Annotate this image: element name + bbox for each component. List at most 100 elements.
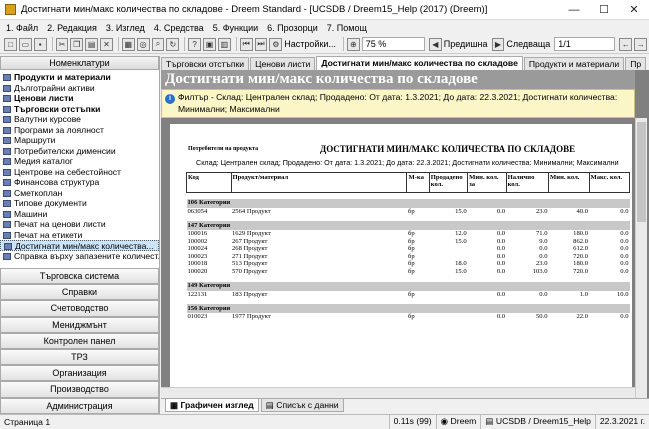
report-title: ДОСТИГНАТИ МИН/МАКС КОЛИЧЕСТВА ПО СКЛАДО… — [320, 144, 576, 154]
zoom-icon[interactable]: ⊕ — [346, 37, 360, 51]
tree-item-currency-rates[interactable]: Валутни курсове — [0, 114, 159, 125]
report-icon — [3, 252, 11, 260]
database-icon: ▤ — [485, 415, 496, 426]
table-cell: 100023 — [187, 252, 208, 260]
delete-icon[interactable]: ✕ — [100, 37, 113, 51]
table-row: 010023 1977 Продукт бр 0.0 50.0 22.0 0.0 — [187, 313, 630, 321]
forward-arrow-icon[interactable]: → — [634, 37, 648, 51]
nav-organization[interactable]: Организация — [0, 365, 159, 382]
table-cell: 0.0 — [496, 230, 506, 238]
tree-item-finance[interactable]: Финансова структура — [0, 177, 159, 188]
cut-icon[interactable]: ✂ — [55, 37, 69, 51]
tree-item-dimensions[interactable]: Потребителски дименсии — [0, 146, 159, 157]
minimize-button[interactable]: — — [559, 0, 589, 20]
chart-icon[interactable]: ▥ — [217, 37, 231, 51]
table-cell: бр — [407, 230, 415, 238]
tree-item-machines[interactable]: Машини — [0, 209, 159, 220]
back-arrow-icon[interactable]: ← — [619, 37, 633, 51]
tree-item-doc-types[interactable]: Типове документи — [0, 198, 159, 209]
save-icon[interactable]: ▪ — [33, 37, 47, 51]
horizontal-scrollbar[interactable] — [161, 387, 635, 398]
tree-item-discounts[interactable]: Търговски отстъпки — [0, 104, 159, 115]
tree-item-print-labels[interactable]: Печат на етикети — [0, 230, 159, 241]
table-cell: 100018 — [187, 260, 208, 268]
last-page-icon[interactable]: ⏭ — [254, 37, 268, 51]
new-icon[interactable]: □ — [4, 37, 17, 51]
tree-item-reserved-report[interactable]: Справка върху запазените количест... — [0, 251, 159, 262]
settings-icon[interactable]: ⚙ — [269, 37, 283, 51]
settings-button[interactable]: Настройки... — [284, 39, 336, 49]
folder-icon — [3, 126, 11, 134]
nav-management[interactable]: Мениджмънт — [0, 316, 159, 333]
tree-item-fixed-assets[interactable]: Дълготрайни активи — [0, 83, 159, 94]
folder-icon — [3, 168, 11, 176]
next-page-icon[interactable]: ▶ — [491, 37, 505, 51]
tree-item-accounts[interactable]: Сметкоплан — [0, 188, 159, 199]
table-cell: 0.0 — [496, 207, 506, 215]
copy-icon[interactable]: ❐ — [70, 37, 84, 51]
preview-icon[interactable]: ◎ — [136, 37, 150, 51]
menu-tools[interactable]: 4. Средства — [154, 23, 204, 33]
nav-payroll[interactable]: ТРЗ — [0, 348, 159, 366]
tab-graphic-view[interactable]: ▦ Графичен изглед — [165, 399, 259, 412]
menu-view[interactable]: 3. Изглед — [106, 23, 145, 33]
paste-icon[interactable]: ▤ — [85, 37, 99, 51]
next-page-button[interactable]: Следваща — [506, 39, 550, 49]
tab-more[interactable]: Пр — [625, 57, 647, 70]
prev-page-button[interactable]: Предишна — [444, 39, 488, 49]
tree-item-print-price-lists[interactable]: Печат на ценови листи — [0, 219, 159, 230]
report-table-body: 106 Категория 063054 2564 Продукт бр 15.0 0.0… — [186, 193, 630, 321]
table-cell: 1977 Продукт — [232, 313, 271, 321]
page-field[interactable]: 1/1 — [554, 37, 616, 51]
tree-item-min-max-report[interactable]: Достигнати мин/макс количества... — [0, 240, 159, 251]
tab-min-max-report[interactable]: Достигнати мин/макс количества по складо… — [316, 56, 523, 70]
table-cell: 100002 — [187, 237, 208, 245]
find-icon[interactable]: ⌕ — [151, 37, 165, 51]
table-cell: 0.0 — [496, 260, 506, 268]
table-cell: 180.0 — [573, 260, 588, 268]
status-bar: Страница 1 0.11s (99) ◉ Dreem ▤ UCSDB / … — [0, 414, 649, 429]
vertical-scrollbar[interactable] — [635, 118, 647, 398]
nomenclatures-header[interactable]: Номенклатури — [0, 56, 159, 70]
tree-item-routes[interactable]: Маршрути — [0, 135, 159, 146]
tree-item-cost-centers[interactable]: Центрове на себестойност — [0, 167, 159, 178]
table-row: 100018 513 Продукт бр 18.0 0.0 23.0 180.0 0.0 — [187, 260, 630, 268]
tree-item-loyalty[interactable]: Програми за лоялност — [0, 125, 159, 136]
nav-control-panel[interactable]: Контролен панел — [0, 332, 159, 349]
table-cell — [429, 291, 467, 299]
menu-help[interactable]: 7. Помощ — [327, 23, 367, 33]
table-cell: 0.0 — [620, 245, 629, 253]
tab-data-list[interactable]: ▤ Списък с данни — [260, 399, 344, 412]
table-cell: 720.0 — [573, 252, 588, 260]
tab-discounts[interactable]: Търговски отстъпки — [161, 57, 250, 70]
refresh-icon[interactable]: ↻ — [166, 37, 180, 51]
nav-production[interactable]: Производство — [0, 381, 159, 398]
tree-item-products[interactable]: Продукти и материали — [0, 72, 159, 83]
print-icon[interactable]: ▦ — [121, 37, 135, 51]
col-sold: Продадено кол. — [428, 172, 469, 193]
menu-functions[interactable]: 5. Функции — [213, 23, 258, 33]
close-button[interactable]: ✕ — [619, 0, 649, 20]
toolbar-separator — [184, 37, 186, 51]
maximize-button[interactable]: ☐ — [589, 0, 619, 20]
tree-item-price-lists[interactable]: Ценови листи — [0, 93, 159, 104]
menu-file[interactable]: 1. Файл — [6, 23, 38, 33]
table-cell: 0.0 — [496, 290, 506, 298]
open-icon[interactable]: ▭ — [18, 37, 32, 51]
nav-trade-system[interactable]: Търговска система — [0, 268, 159, 285]
scroll-thumb[interactable] — [637, 122, 646, 222]
zoom-select[interactable]: 75 % — [361, 37, 425, 51]
export-icon[interactable]: ▣ — [203, 37, 216, 51]
prev-page-icon[interactable]: ◀ — [428, 37, 442, 51]
table-cell: 122131 — [187, 290, 208, 298]
menu-windows[interactable]: 6. Прозорци — [267, 23, 318, 33]
tab-products[interactable]: Продукти и материали — [523, 57, 625, 70]
nav-administration[interactable]: Администрация — [0, 397, 159, 414]
nav-accounting[interactable]: Счетоводство — [0, 300, 159, 317]
tree-item-media[interactable]: Медия каталог — [0, 156, 159, 167]
help-icon[interactable]: ? — [188, 37, 202, 51]
first-page-icon[interactable]: ⏮ — [239, 37, 253, 51]
menu-edit[interactable]: 2. Редакция — [47, 23, 97, 33]
nav-reports[interactable]: Справки — [0, 284, 159, 301]
tab-price-lists[interactable]: Ценови листи — [250, 57, 316, 70]
